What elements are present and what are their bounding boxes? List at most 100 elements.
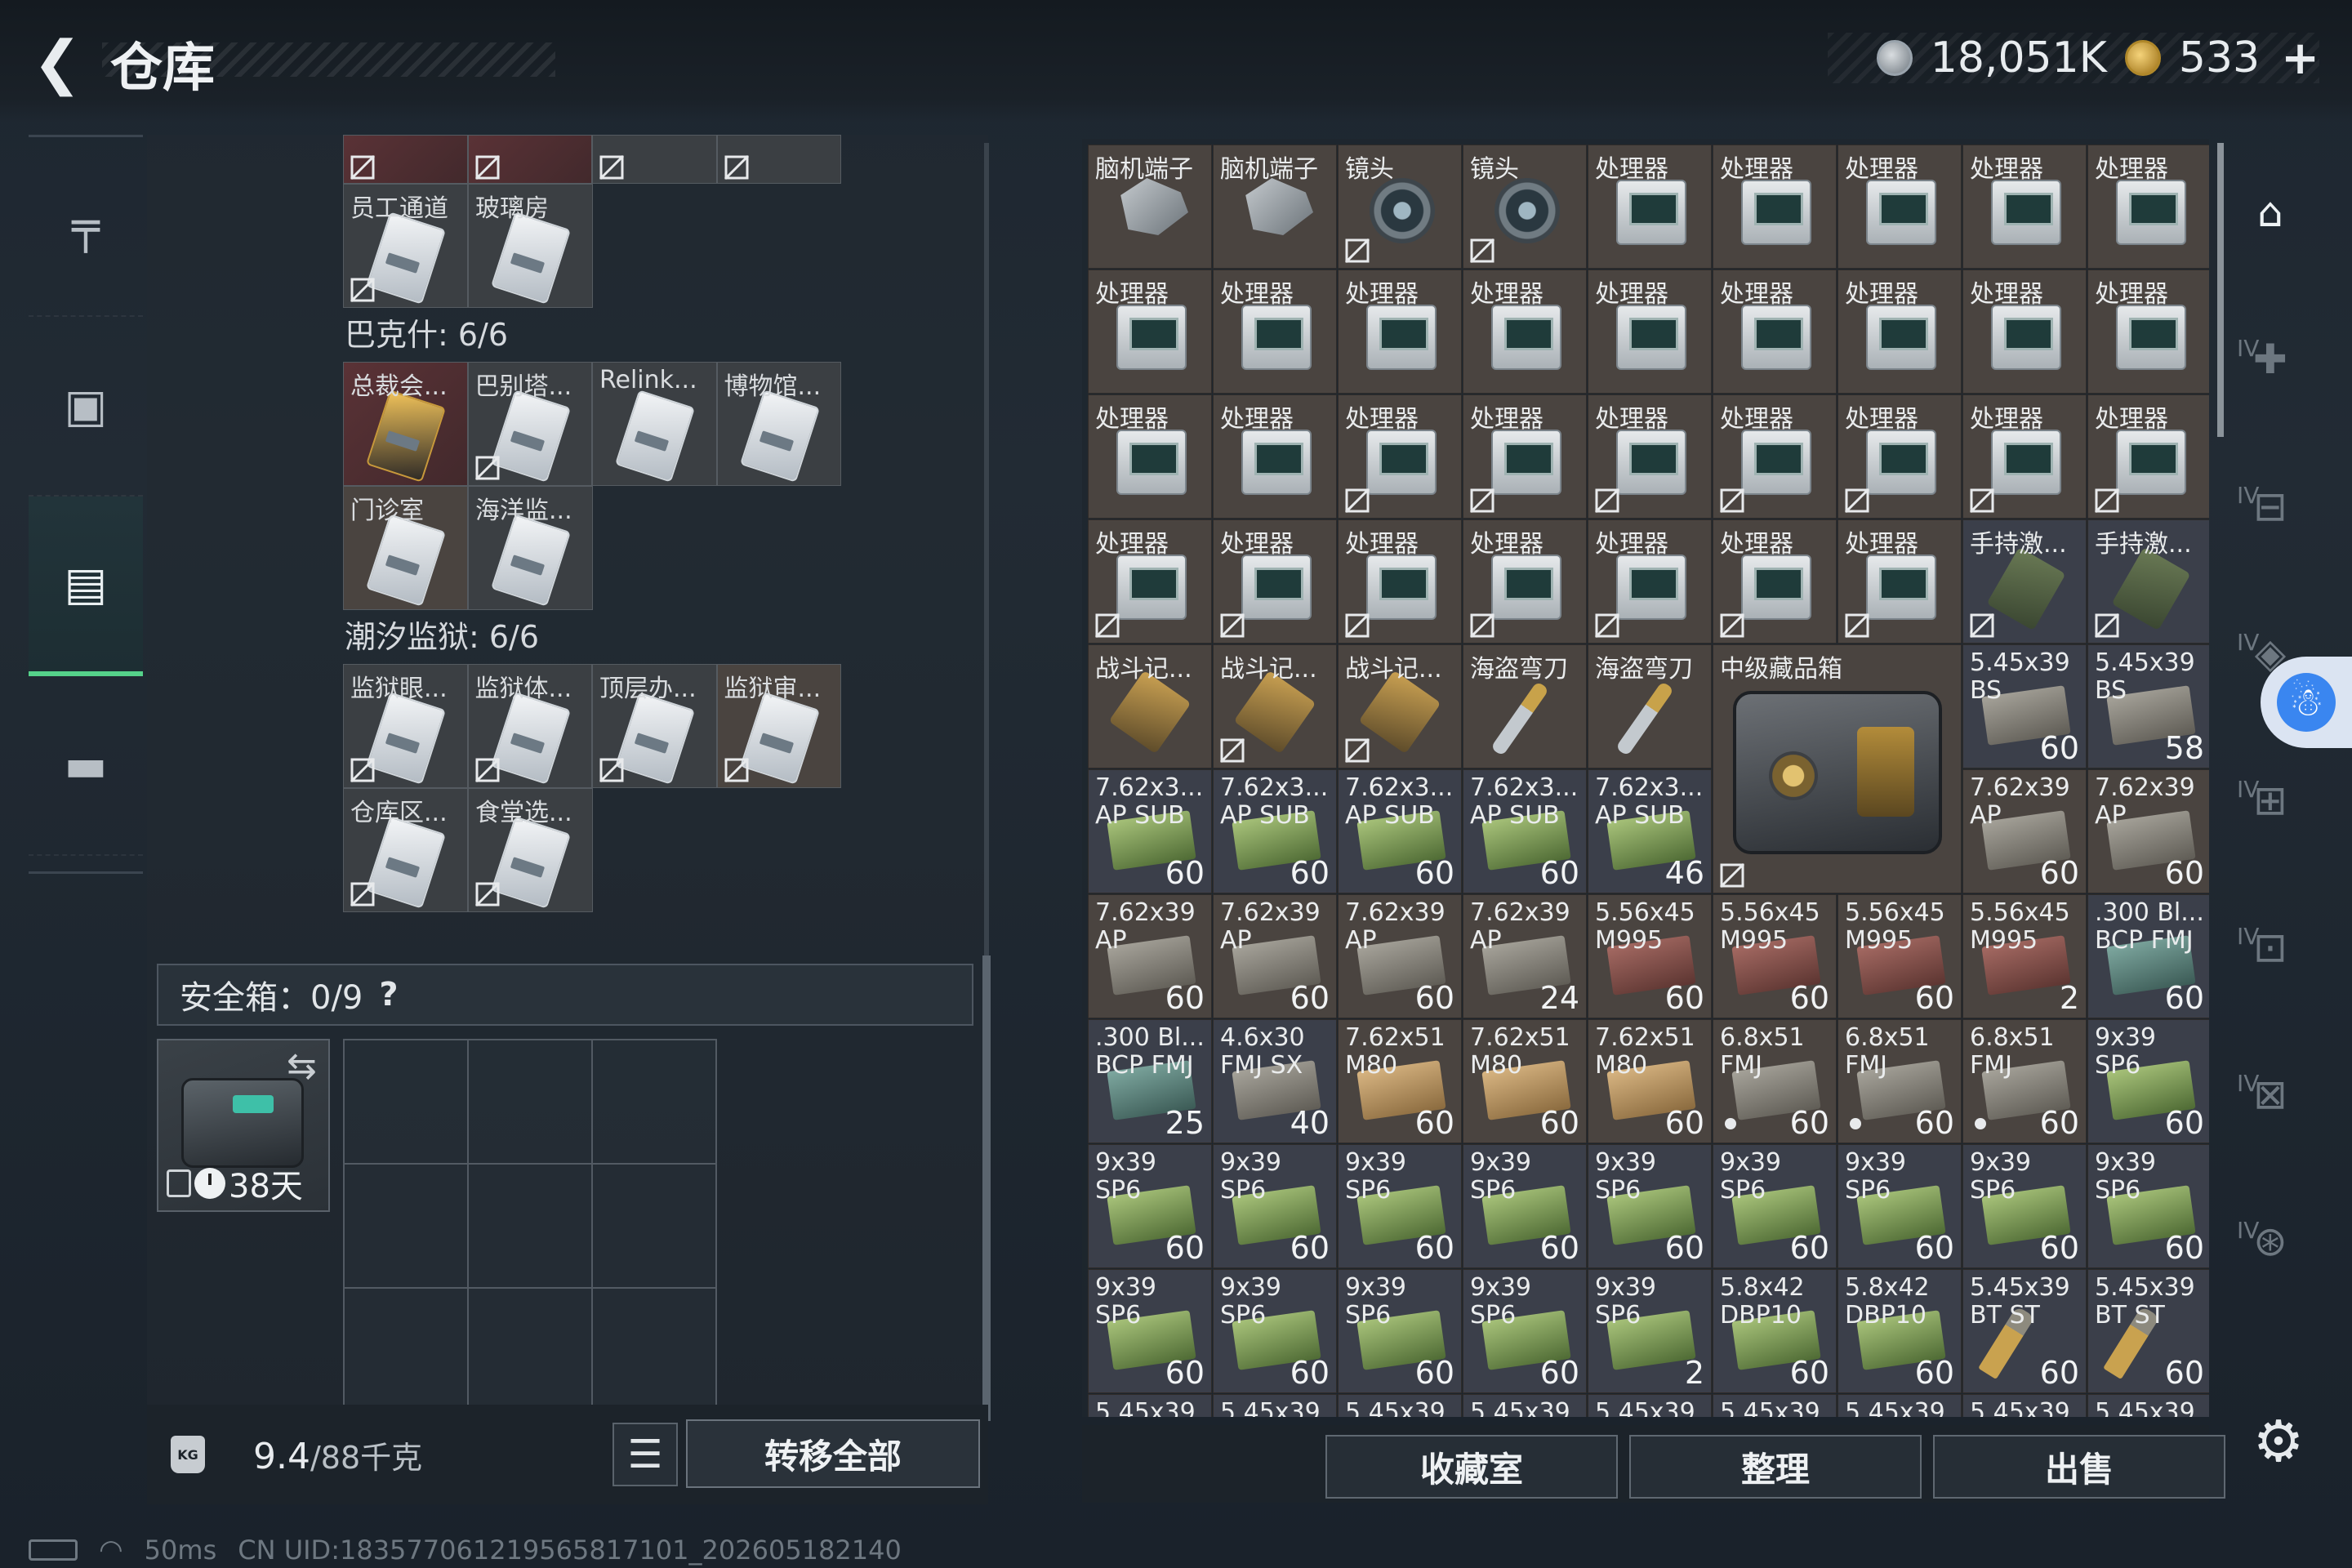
inventory-slot[interactable]: 处理器 bbox=[1338, 519, 1462, 644]
inventory-slot[interactable]: 处理器 bbox=[1713, 145, 1837, 269]
inventory-slot[interactable]: 战斗记... bbox=[1338, 644, 1462, 768]
safe-box-case[interactable]: ⇆ 38天 bbox=[157, 1039, 330, 1212]
inventory-slot[interactable]: 处理器 bbox=[1088, 519, 1212, 644]
inventory-slot[interactable]: 7.62x51 M80 60 bbox=[1463, 1019, 1587, 1143]
keycard-slot[interactable]: 监狱审... bbox=[716, 664, 841, 788]
inventory-slot[interactable]: 海盗弯刀 bbox=[1588, 644, 1712, 768]
inventory-slot[interactable]: 7.62x39 AP 60 bbox=[1338, 894, 1462, 1018]
inventory-slot[interactable]: 处理器 bbox=[1838, 394, 1962, 519]
inventory-slot[interactable]: 6.8x51 FMJ 60 bbox=[1838, 1019, 1962, 1143]
inventory-slot[interactable]: 处理器 bbox=[1713, 270, 1837, 394]
back-arrow-icon[interactable]: ❮ bbox=[24, 28, 90, 96]
inventory-slot[interactable]: 9x39 SP6 60 bbox=[1338, 1269, 1462, 1393]
inventory-slot[interactable]: 5.45x39 BS 60 bbox=[1962, 644, 2087, 768]
collection-room-button[interactable]: 收藏室 bbox=[1325, 1435, 1618, 1499]
inventory-slot[interactable]: 5.56x45 M995 60 bbox=[1838, 894, 1962, 1018]
inventory-slot[interactable]: 7.62x39 AP 60 bbox=[2087, 769, 2209, 893]
keycard-slot[interactable] bbox=[467, 135, 592, 184]
inventory-slot[interactable]: 6.8x51 FMJ 60 bbox=[1962, 1019, 2087, 1143]
rail-item-medical[interactable]: IV ✚ bbox=[2225, 286, 2315, 433]
inventory-slot[interactable]: 海盗弯刀 bbox=[1463, 644, 1587, 768]
inventory-slot[interactable]: 9x39 SP6 60 bbox=[1962, 1144, 2087, 1268]
transfer-all-button[interactable]: 转移全部 bbox=[686, 1419, 980, 1488]
add-currency-button[interactable]: + bbox=[2281, 32, 2319, 85]
keycard-slot[interactable]: 海洋监... bbox=[468, 486, 593, 610]
inventory-slot[interactable]: 5.45x39 BT ST 60 bbox=[1962, 1269, 2087, 1393]
inventory-slot[interactable]: 6.8x51 FMJ 60 bbox=[1713, 1019, 1837, 1143]
inventory-slot[interactable]: 5.45x39 bbox=[1588, 1394, 1712, 1417]
inventory-slot[interactable]: 脑机端子 bbox=[1088, 145, 1212, 269]
inventory-slot[interactable]: 9x39 SP6 60 bbox=[1213, 1144, 1337, 1268]
inventory-slot[interactable]: 7.62x3... AP SUB 60 bbox=[1213, 769, 1337, 893]
safe-help-button[interactable]: ? bbox=[379, 976, 398, 1013]
inventory-slot[interactable]: 9x39 SP6 60 bbox=[1088, 1144, 1212, 1268]
safe-slot[interactable] bbox=[468, 1288, 592, 1412]
inventory-slot[interactable]: 9x39 SP6 60 bbox=[1463, 1144, 1587, 1268]
inventory-slot[interactable]: 9x39 SP6 2 bbox=[1588, 1269, 1712, 1393]
rail-item-home[interactable]: ⌂ bbox=[2225, 139, 2315, 286]
inventory-slot[interactable]: 中级藏品箱 bbox=[1713, 644, 1962, 893]
inventory-slot[interactable]: 7.62x3... AP SUB 60 bbox=[1338, 769, 1462, 893]
inventory-slot[interactable]: 处理器 bbox=[2087, 270, 2209, 394]
rail-item-extra[interactable]: IV ⊛ bbox=[2225, 1168, 2315, 1315]
inventory-slot[interactable]: 9x39 SP6 60 bbox=[2087, 1019, 2209, 1143]
inventory-slot[interactable]: 5.45x39 bbox=[1088, 1394, 1212, 1417]
rail-item-armory[interactable]: IV ⊞ bbox=[2225, 727, 2315, 874]
inventory-slot[interactable]: 5.8x42 DBP10 60 bbox=[1838, 1269, 1962, 1393]
keycard-slot[interactable]: 监狱眼... bbox=[343, 664, 468, 788]
inventory-slot[interactable]: 5.45x39 bbox=[1713, 1394, 1837, 1417]
inventory-slot[interactable]: 7.62x39 AP 60 bbox=[1213, 894, 1337, 1018]
inventory-slot[interactable]: 处理器 bbox=[1962, 145, 2087, 269]
sidebar-item-backpack[interactable]: ▣ bbox=[29, 317, 143, 497]
organize-button[interactable]: 整理 bbox=[1629, 1435, 1922, 1499]
inventory-slot[interactable]: 9x39 SP6 60 bbox=[1588, 1144, 1712, 1268]
inventory-slot[interactable]: 处理器 bbox=[1588, 145, 1712, 269]
rail-item-vehicle[interactable]: IV ⊠ bbox=[2225, 1021, 2315, 1168]
keycard-slot[interactable] bbox=[343, 135, 468, 184]
safe-slot[interactable] bbox=[344, 1164, 468, 1288]
inventory-slot[interactable]: 镜头 bbox=[1338, 145, 1462, 269]
accessibility-button[interactable]: ☃ bbox=[2261, 657, 2352, 748]
safe-slot[interactable] bbox=[344, 1288, 468, 1412]
inventory-slot[interactable]: 7.62x39 AP 60 bbox=[1962, 769, 2087, 893]
inventory-slot[interactable]: .300 Bl... BCP FMJ 60 bbox=[2087, 894, 2209, 1018]
inventory-slot[interactable]: 处理器 bbox=[1838, 270, 1962, 394]
inventory-slot[interactable]: 5.45x39 bbox=[1838, 1394, 1962, 1417]
inventory-slot[interactable]: 7.62x3... AP SUB 60 bbox=[1088, 769, 1212, 893]
sidebar-item-storage[interactable]: ▤ bbox=[29, 497, 143, 676]
inventory-slot[interactable]: 处理器 bbox=[1213, 270, 1337, 394]
sell-button[interactable]: 出售 bbox=[1933, 1435, 2225, 1499]
inventory-slot[interactable]: 7.62x3... AP SUB 46 bbox=[1588, 769, 1712, 893]
keycard-slot[interactable]: 监狱体... bbox=[467, 664, 592, 788]
inventory-slot[interactable]: 处理器 bbox=[1962, 270, 2087, 394]
keycard-slot[interactable] bbox=[592, 135, 717, 184]
keycard-slot[interactable]: 玻璃房 bbox=[468, 184, 593, 308]
inventory-slot[interactable]: 9x39 SP6 60 bbox=[2087, 1144, 2209, 1268]
safe-slot[interactable] bbox=[592, 1040, 716, 1164]
inventory-slot[interactable]: 处理器 bbox=[1463, 394, 1587, 519]
inventory-slot[interactable]: 处理器 bbox=[1962, 394, 2087, 519]
inventory-slot[interactable]: 处理器 bbox=[1338, 394, 1462, 519]
inventory-slot[interactable]: 处理器 bbox=[1088, 394, 1212, 519]
keycard-slot[interactable]: 仓库区... bbox=[343, 788, 468, 912]
inventory-slot[interactable]: 处理器 bbox=[1463, 270, 1587, 394]
stash-scroll-thumb[interactable] bbox=[982, 956, 991, 1421]
keycard-slot[interactable]: Relink... bbox=[592, 362, 717, 486]
inventory-slot[interactable]: 7.62x51 M80 60 bbox=[1338, 1019, 1462, 1143]
safe-slot[interactable] bbox=[592, 1164, 716, 1288]
inventory-slot[interactable]: 5.56x45 M995 2 bbox=[1962, 894, 2087, 1018]
inventory-slot[interactable]: 处理器 bbox=[1213, 394, 1337, 519]
inventory-slot[interactable]: 7.62x39 AP 24 bbox=[1463, 894, 1587, 1018]
inventory-slot[interactable]: 处理器 bbox=[2087, 145, 2209, 269]
inventory-slot[interactable]: 处理器 bbox=[2087, 394, 2209, 519]
keycard-slot[interactable] bbox=[716, 135, 841, 184]
inventory-slot[interactable]: 5.8x42 DBP10 60 bbox=[1713, 1269, 1837, 1393]
keycard-slot[interactable]: 博物馆... bbox=[716, 362, 841, 486]
safe-slot[interactable] bbox=[344, 1040, 468, 1164]
inventory-slot[interactable]: 9x39 SP6 60 bbox=[1088, 1269, 1212, 1393]
keycard-slot[interactable]: 员工通道 bbox=[343, 184, 468, 308]
inventory-slot[interactable]: 5.45x39 bbox=[1213, 1394, 1337, 1417]
inventory-slot[interactable]: 5.45x39 BS 58 bbox=[2087, 644, 2209, 768]
inventory-slot[interactable]: 处理器 bbox=[1588, 394, 1712, 519]
inventory-slot[interactable]: 5.56x45 M995 60 bbox=[1713, 894, 1837, 1018]
